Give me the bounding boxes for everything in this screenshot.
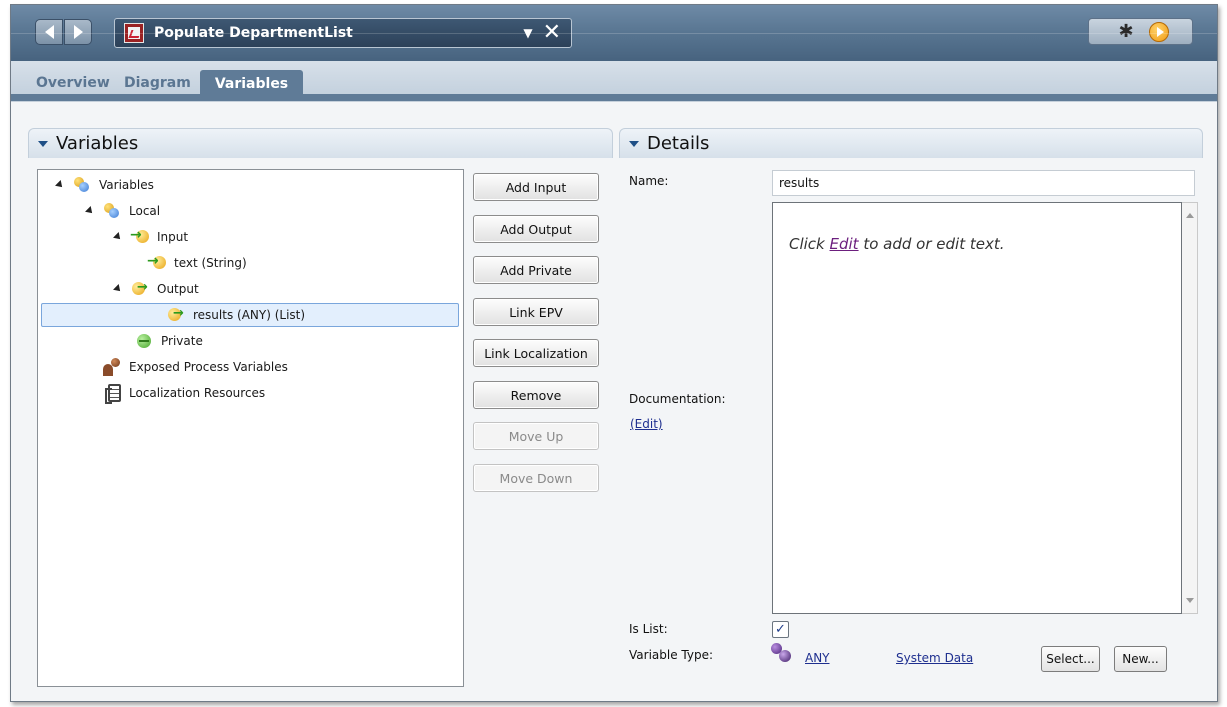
system-data-link[interactable]: System Data [896, 651, 973, 665]
expand-arrow-icon[interactable] [55, 180, 65, 190]
tab-diagram[interactable]: Diagram [124, 75, 191, 91]
tree-item-label: Localization Resources [129, 386, 266, 400]
details-panel-header[interactable]: Details [619, 128, 1203, 158]
variable-type-link[interactable]: ANY [805, 651, 830, 665]
variables-icon [103, 202, 121, 220]
expand-arrow-icon[interactable] [113, 284, 123, 294]
select-button[interactable]: Select... [1041, 646, 1100, 672]
tree-item-label: results (ANY) (List) [193, 308, 306, 322]
tree-item-label: Variables [99, 178, 154, 192]
variables-tree[interactable]: Variables Local Input text (String) Outp… [37, 169, 464, 687]
collapse-arrow-icon[interactable] [38, 140, 48, 147]
documentation-edit-link[interactable]: (Edit) [630, 417, 663, 431]
service-document-icon [124, 23, 144, 43]
is-list-label: Is List: [629, 622, 668, 636]
play-icon[interactable] [1149, 22, 1169, 42]
input-variable-icon [147, 253, 166, 272]
tree-item-label: Exposed Process Variables [129, 360, 288, 374]
scroll-down-icon[interactable] [1186, 598, 1194, 603]
tree-item-input[interactable]: Input [113, 226, 189, 248]
localization-icon [105, 384, 121, 404]
documentation-hint: Click Edit to add or edit text. [789, 235, 1005, 253]
doc-hint-suffix: to add or edit text. [858, 235, 1005, 253]
documentation-area[interactable]: Click Edit to add or edit text. [772, 202, 1182, 614]
title-bar: Populate DepartmentList ▼ ✕ ✱ [11, 5, 1217, 61]
tree-item-exposed-process-variables[interactable]: Exposed Process Variables [103, 356, 288, 378]
variables-panel-title: Variables [56, 133, 139, 154]
tree-item-label: Input [157, 230, 189, 244]
variables-panel-header[interactable]: Variables [28, 128, 613, 158]
tab-strip: Overview Diagram Variables [11, 61, 1217, 101]
details-panel-title: Details [647, 133, 710, 154]
link-localization-button[interactable]: Link Localization [473, 339, 599, 367]
expand-arrow-icon[interactable] [85, 206, 95, 216]
bug-icon[interactable]: ✱ [1116, 22, 1136, 42]
business-object-icon [771, 642, 793, 664]
close-icon[interactable]: ✕ [543, 22, 561, 44]
tree-item-local[interactable]: Local [85, 200, 161, 222]
output-variable-icon [131, 280, 149, 298]
private-variable-icon [135, 332, 153, 350]
variable-type-label: Variable Type: [629, 648, 714, 662]
back-arrow-icon[interactable] [35, 19, 63, 45]
tree-item-private[interactable]: Private [135, 330, 203, 352]
variables-icon [73, 176, 91, 194]
name-label: Name: [629, 174, 669, 188]
collapse-arrow-icon[interactable] [629, 140, 639, 147]
chevron-down-icon[interactable]: ▼ [523, 26, 532, 40]
tree-item-output[interactable]: Output [113, 278, 199, 300]
move-down-button[interactable]: Move Down [473, 464, 599, 492]
tree-item-text-string[interactable]: text (String) [147, 252, 247, 274]
add-private-button[interactable]: Add Private [473, 256, 599, 284]
tree-item-localization-resources[interactable]: Localization Resources [105, 382, 266, 404]
editor-window: Populate DepartmentList ▼ ✕ ✱ Overview D… [10, 4, 1218, 702]
scroll-up-icon[interactable] [1186, 213, 1194, 218]
expand-arrow-icon[interactable] [113, 232, 123, 242]
name-field[interactable] [772, 170, 1195, 196]
variables-editor: Variables Details Variables Local Input [11, 101, 1217, 701]
forward-arrow-icon[interactable] [64, 19, 92, 45]
doc-edit-link[interactable]: Edit [830, 235, 859, 253]
epv-icon [103, 358, 121, 376]
tab-variables[interactable]: Variables [200, 70, 303, 101]
tree-item-label: Local [129, 204, 161, 218]
tree-item-label: text (String) [174, 256, 247, 270]
add-input-button[interactable]: Add Input [473, 173, 599, 201]
toolbar-right: ✱ [1088, 18, 1193, 45]
input-variable-icon [130, 227, 149, 246]
tree-item-label: Private [161, 334, 203, 348]
document-selector[interactable]: Populate DepartmentList ▼ ✕ [114, 18, 572, 48]
move-up-button[interactable]: Move Up [473, 422, 599, 450]
is-list-checkbox[interactable]: ✓ [772, 621, 789, 638]
add-output-button[interactable]: Add Output [473, 215, 599, 243]
remove-button[interactable]: Remove [473, 381, 599, 409]
documentation-scrollbar[interactable] [1182, 202, 1198, 614]
new-button[interactable]: New... [1114, 646, 1167, 672]
link-epv-button[interactable]: Link EPV [473, 298, 599, 326]
tab-overview[interactable]: Overview [36, 75, 110, 91]
output-variable-icon [167, 306, 185, 324]
doc-hint-prefix: Click [789, 235, 830, 253]
tree-item-variables[interactable]: Variables [55, 174, 154, 196]
tree-item-label: Output [157, 282, 199, 296]
document-title: Populate DepartmentList [154, 25, 353, 41]
tree-item-results-selected[interactable]: results (ANY) (List) [41, 303, 459, 327]
documentation-label: Documentation: [629, 392, 726, 406]
